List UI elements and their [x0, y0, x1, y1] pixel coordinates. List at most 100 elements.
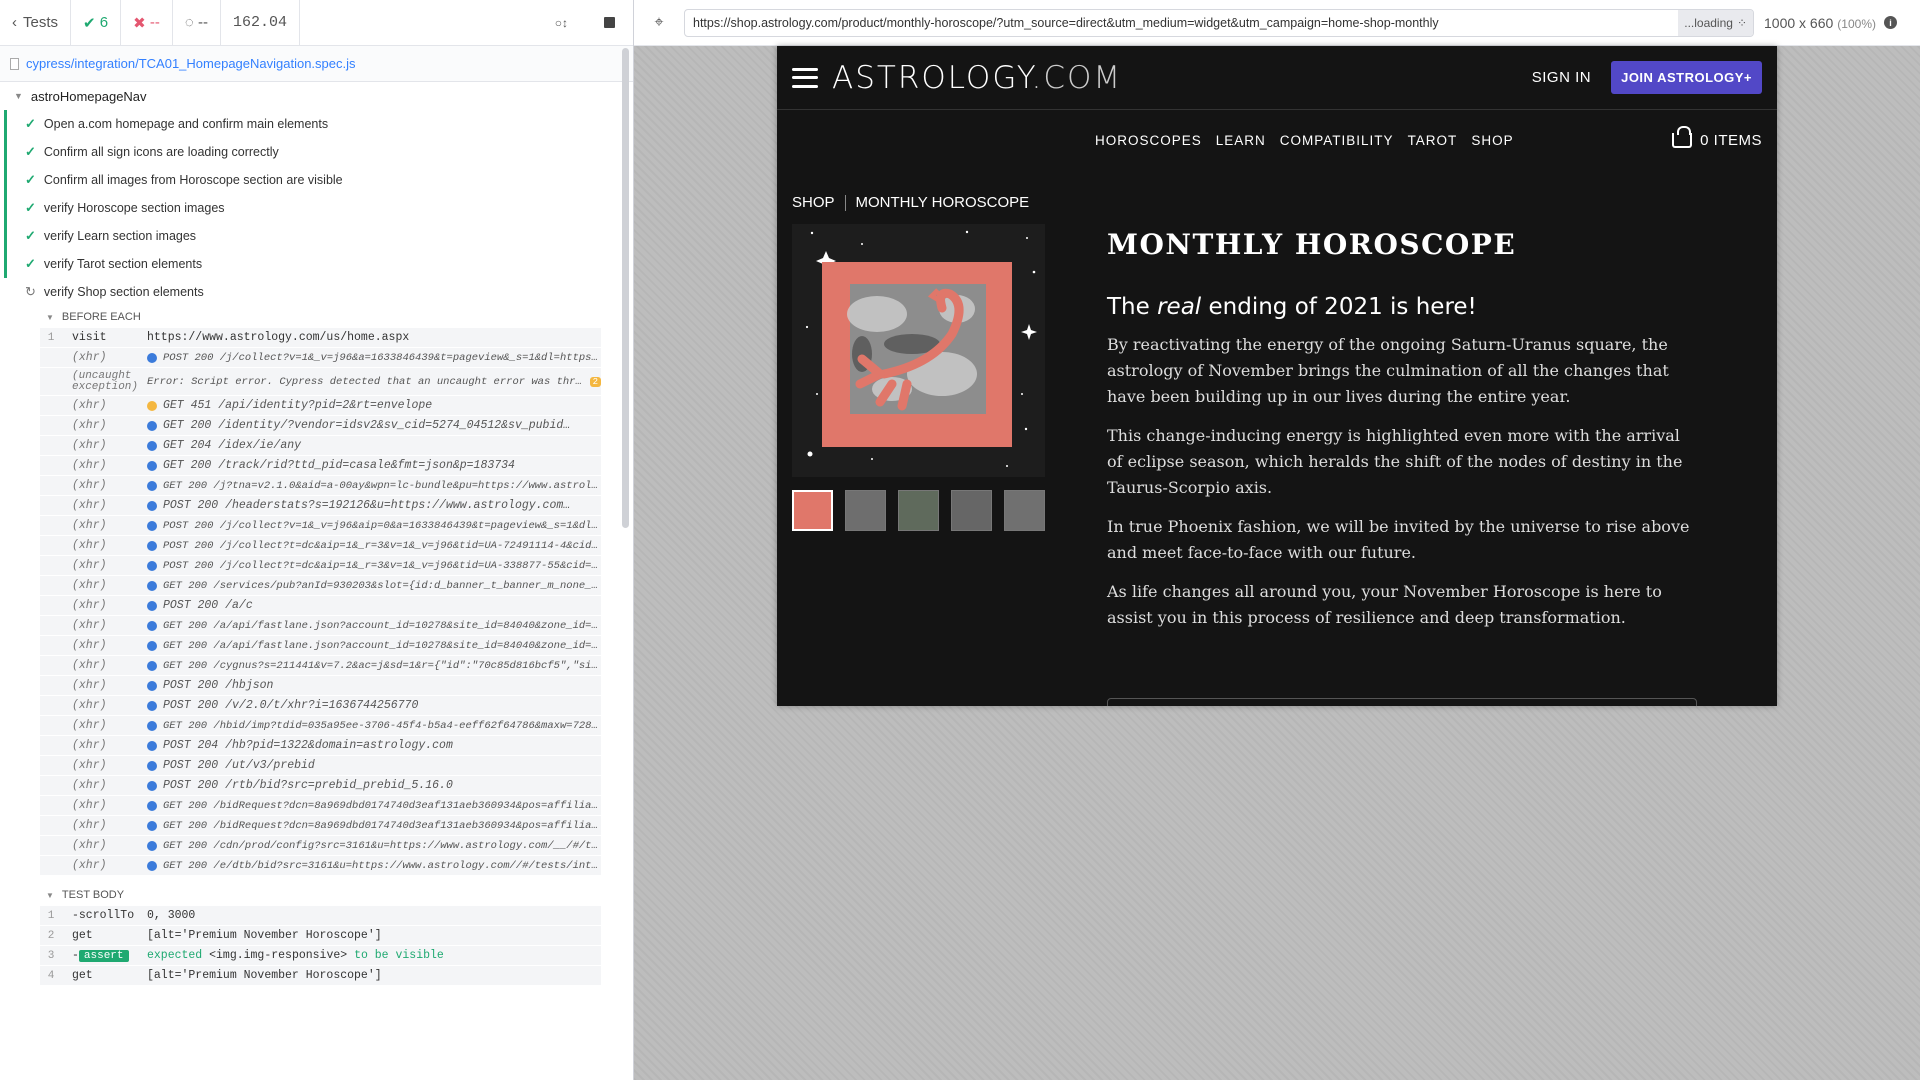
command-number: 4	[47, 969, 55, 982]
sign-in-link[interactable]: SIGN IN	[1532, 69, 1591, 86]
thumbnail-5[interactable]	[1004, 490, 1045, 531]
command-xhr[interactable]: (xhr) GET 200 /cygnus?s=211441&v=7.2&ac=j…	[40, 656, 601, 676]
command-name: (xhr)	[72, 519, 107, 532]
cart-count: 0 ITEMS	[1700, 131, 1762, 149]
test-item[interactable]: ✓ verify Horoscope section images	[0, 194, 633, 222]
status-dot-icon	[147, 440, 157, 451]
command-message: POST 200 /v/2.0/t/xhr?i=1636744256770	[163, 699, 419, 712]
tests-back-button[interactable]: ‹ Tests	[0, 0, 72, 45]
thumbnail-4[interactable]	[951, 490, 992, 531]
command-xhr[interactable]: (xhr) POST 200 /ut/v3/prebid	[40, 756, 601, 776]
command-xhr[interactable]: (xhr) POST 200 /j/collect?t=dc&aip=1&_r=3…	[40, 556, 601, 576]
command-xhr[interactable]: (xhr) GET 200 /services/pub?anId=930203&s…	[40, 576, 601, 596]
command-xhr[interactable]: (xhr) POST 204 /hb?pid=1322&domain=astrol…	[40, 736, 601, 756]
command-xhr[interactable]: (xhr) POST 200 /a/c	[40, 596, 601, 616]
command-xhr[interactable]: (xhr) GET 200 /j?tna=v2.1.0&aid=a-00ay&wp…	[40, 476, 601, 496]
command-message: Error: Script error. Cypress detected th…	[147, 375, 586, 388]
product-image[interactable]	[792, 224, 1045, 477]
stop-icon[interactable]	[604, 17, 615, 28]
waves-logo-icon[interactable]	[792, 67, 818, 88]
stats-bar: ‹ Tests ✔ 6 ✖ -- ◌ -- 162.04 ○↕	[0, 0, 633, 46]
nav-item-horoscopes[interactable]: HOROSCOPES	[1095, 133, 1202, 148]
command-xhr[interactable]: (xhr) GET 204 /idex/ie/any	[40, 436, 601, 456]
command-message: https://www.astrology.com/us/home.aspx	[147, 331, 410, 344]
join-astrology-button[interactable]: JOIN ASTROLOGY+	[1611, 61, 1762, 94]
command-xhr[interactable]: (xhr) GET 451 /api/identity?pid=2&rt=enve…	[40, 396, 601, 416]
command-xhr[interactable]: (xhr) POST 200 /j/collect?v=1&_v=j96&aip=…	[40, 516, 601, 536]
info-icon[interactable]: i	[1883, 16, 1897, 29]
command-name: (xhr)	[72, 599, 107, 612]
spec-file-path[interactable]: cypress/integration/TCA01_HomepageNaviga…	[0, 46, 633, 82]
before-each-hook[interactable]: ▼ BEFORE EACH	[40, 306, 601, 328]
url-text[interactable]: https://shop.astrology.com/product/month…	[693, 16, 1678, 30]
product-title: MONTHLY HOROSCOPE	[1107, 228, 1517, 261]
command-xhr[interactable]: (xhr) GET 200 /bidRequest?dcn=8a969dbd017…	[40, 816, 601, 836]
tests-label: Tests	[23, 14, 59, 31]
command-name: (xhr)	[72, 819, 107, 832]
nav-item-shop[interactable]: SHOP	[1471, 133, 1513, 148]
aut-header: ⌖ https://shop.astrology.com/product/mon…	[634, 0, 1920, 46]
caret-down-icon: ▼	[46, 312, 54, 322]
test-item[interactable]: ✓ Confirm all sign icons are loading corr…	[0, 138, 633, 166]
command-message: POST 204 /hb?pid=1322&domain=astrology.c…	[163, 739, 453, 752]
nav-item-learn[interactable]: LEARN	[1216, 133, 1266, 148]
url-bar[interactable]: https://shop.astrology.com/product/month…	[684, 8, 1754, 37]
selector-playground-icon[interactable]: ⌖	[634, 14, 684, 32]
command-xhr[interactable]: (xhr) POST 200 /headerstats?s=192126&u=ht…	[40, 496, 601, 516]
status-dot-icon	[147, 700, 157, 711]
command-xhr[interactable]: (xhr) POST 200 /rtb/bid?src=prebid_prebid…	[40, 776, 601, 796]
command-xhr[interactable]: (xhr) GET 200 /e/dtb/bid?src=3161&u=https…	[40, 856, 601, 876]
breadcrumb-shop[interactable]: SHOP	[792, 194, 835, 211]
test-item[interactable]: ↻ verify Shop section elements	[0, 278, 633, 306]
test-item[interactable]: ✓ Confirm all images from Horoscope secti…	[0, 166, 633, 194]
reporter-scrollbar[interactable]	[622, 48, 629, 528]
auto-scroll-toggle-icon[interactable]: ○↕	[555, 16, 568, 30]
thumbnail-1[interactable]	[792, 490, 833, 531]
test-item[interactable]: ✓ verify Tarot section elements	[0, 250, 633, 278]
command-xhr[interactable]: (xhr) GET 200 /hbid/imp?tdid=035a95ee-370…	[40, 716, 601, 736]
status-dot-icon	[147, 780, 157, 791]
command-assert[interactable]: 3 - assert expected <img.img-responsive> to…	[40, 946, 601, 966]
aut-viewport: ASTROLOGY.COM SIGN IN JOIN ASTROLOGY+ HO…	[634, 46, 1920, 1080]
command-xhr[interactable]: (xhr) GET 200 /identity/?vendor=idsv2&sv_…	[40, 416, 601, 436]
purchase-box-edge	[1107, 698, 1697, 706]
command-xhr[interactable]: (xhr) GET 200 /bidRequest?dcn=8a969dbd017…	[40, 796, 601, 816]
command-get[interactable]: 4 get [alt='Premium November Horoscope']	[40, 966, 601, 986]
command-name: -scrollTo	[72, 909, 135, 922]
pending-value: --	[197, 14, 208, 31]
status-dot-icon	[147, 800, 157, 811]
command-message: POST 200 /hbjson	[163, 679, 274, 692]
command-xhr[interactable]: (xhr) GET 200 /a/api/fastlane.json?accoun…	[40, 616, 601, 636]
thumbnail-2[interactable]	[845, 490, 886, 531]
description-paragraph: In true Phoenix fashion, we will be invi…	[1107, 517, 1690, 562]
cart-link[interactable]: 0 ITEMS	[1672, 125, 1762, 149]
thumbnail-3[interactable]	[898, 490, 939, 531]
suite-title[interactable]: ▼ astroHomepageNav	[0, 82, 633, 110]
test-body-hook[interactable]: ▼ TEST BODY	[40, 884, 601, 906]
nav-item-compatibility[interactable]: COMPATIBILITY	[1280, 133, 1394, 148]
command-get[interactable]: 2 get [alt='Premium November Horoscope']	[40, 926, 601, 946]
description-paragraph: This change-inducing energy is highlight…	[1107, 426, 1683, 497]
spec-file-link[interactable]: cypress/integration/TCA01_HomepageNaviga…	[26, 56, 356, 71]
test-item[interactable]: ✓ Open a.com homepage and confirm main el…	[0, 110, 633, 138]
site-logo[interactable]: ASTROLOGY.COM	[832, 60, 1122, 96]
command-xhr[interactable]: (xhr) GET 200 /cdn/prod/config?src=3161&u…	[40, 836, 601, 856]
command-visit[interactable]: 1 visit https://www.astrology.com/us/home.…	[40, 328, 601, 348]
command-xhr[interactable]: (xhr) POST 200 /j/collect?v=1&_v=j96&a=16…	[40, 348, 601, 368]
command-message: POST 200 /headerstats?s=192126&u=https:/…	[163, 499, 571, 512]
command-xhr[interactable]: (xhr) GET 200 /track/rid?ttd_pid=casale&f…	[40, 456, 601, 476]
command-xhr[interactable]: (xhr) GET 200 /a/api/fastlane.json?accoun…	[40, 636, 601, 656]
command-message: POST 200 /ut/v3/prebid	[163, 759, 315, 772]
command-scrollTo[interactable]: 1 -scrollTo 0, 3000	[40, 906, 601, 926]
command-xhr[interactable]: (xhr) POST 200 /j/collect?t=dc&aip=1&_r=3…	[40, 536, 601, 556]
command-xhr[interactable]: (xhr) POST 200 /hbjson	[40, 676, 601, 696]
check-icon: ✔	[83, 14, 96, 32]
command-xhr[interactable]: (xhr) POST 200 /v/2.0/t/xhr?i=16367442567…	[40, 696, 601, 716]
command-uncaught-exception[interactable]: (uncaught exception) Error: Script error.…	[40, 368, 601, 396]
test-title: verify Learn section images	[43, 229, 197, 243]
caret-down-icon: ▼	[14, 91, 23, 101]
test-item[interactable]: ✓ verify Learn section images	[0, 222, 633, 250]
check-icon: ✓	[25, 116, 36, 131]
command-name: (xhr)	[72, 439, 107, 452]
nav-item-tarot[interactable]: TAROT	[1408, 133, 1458, 148]
